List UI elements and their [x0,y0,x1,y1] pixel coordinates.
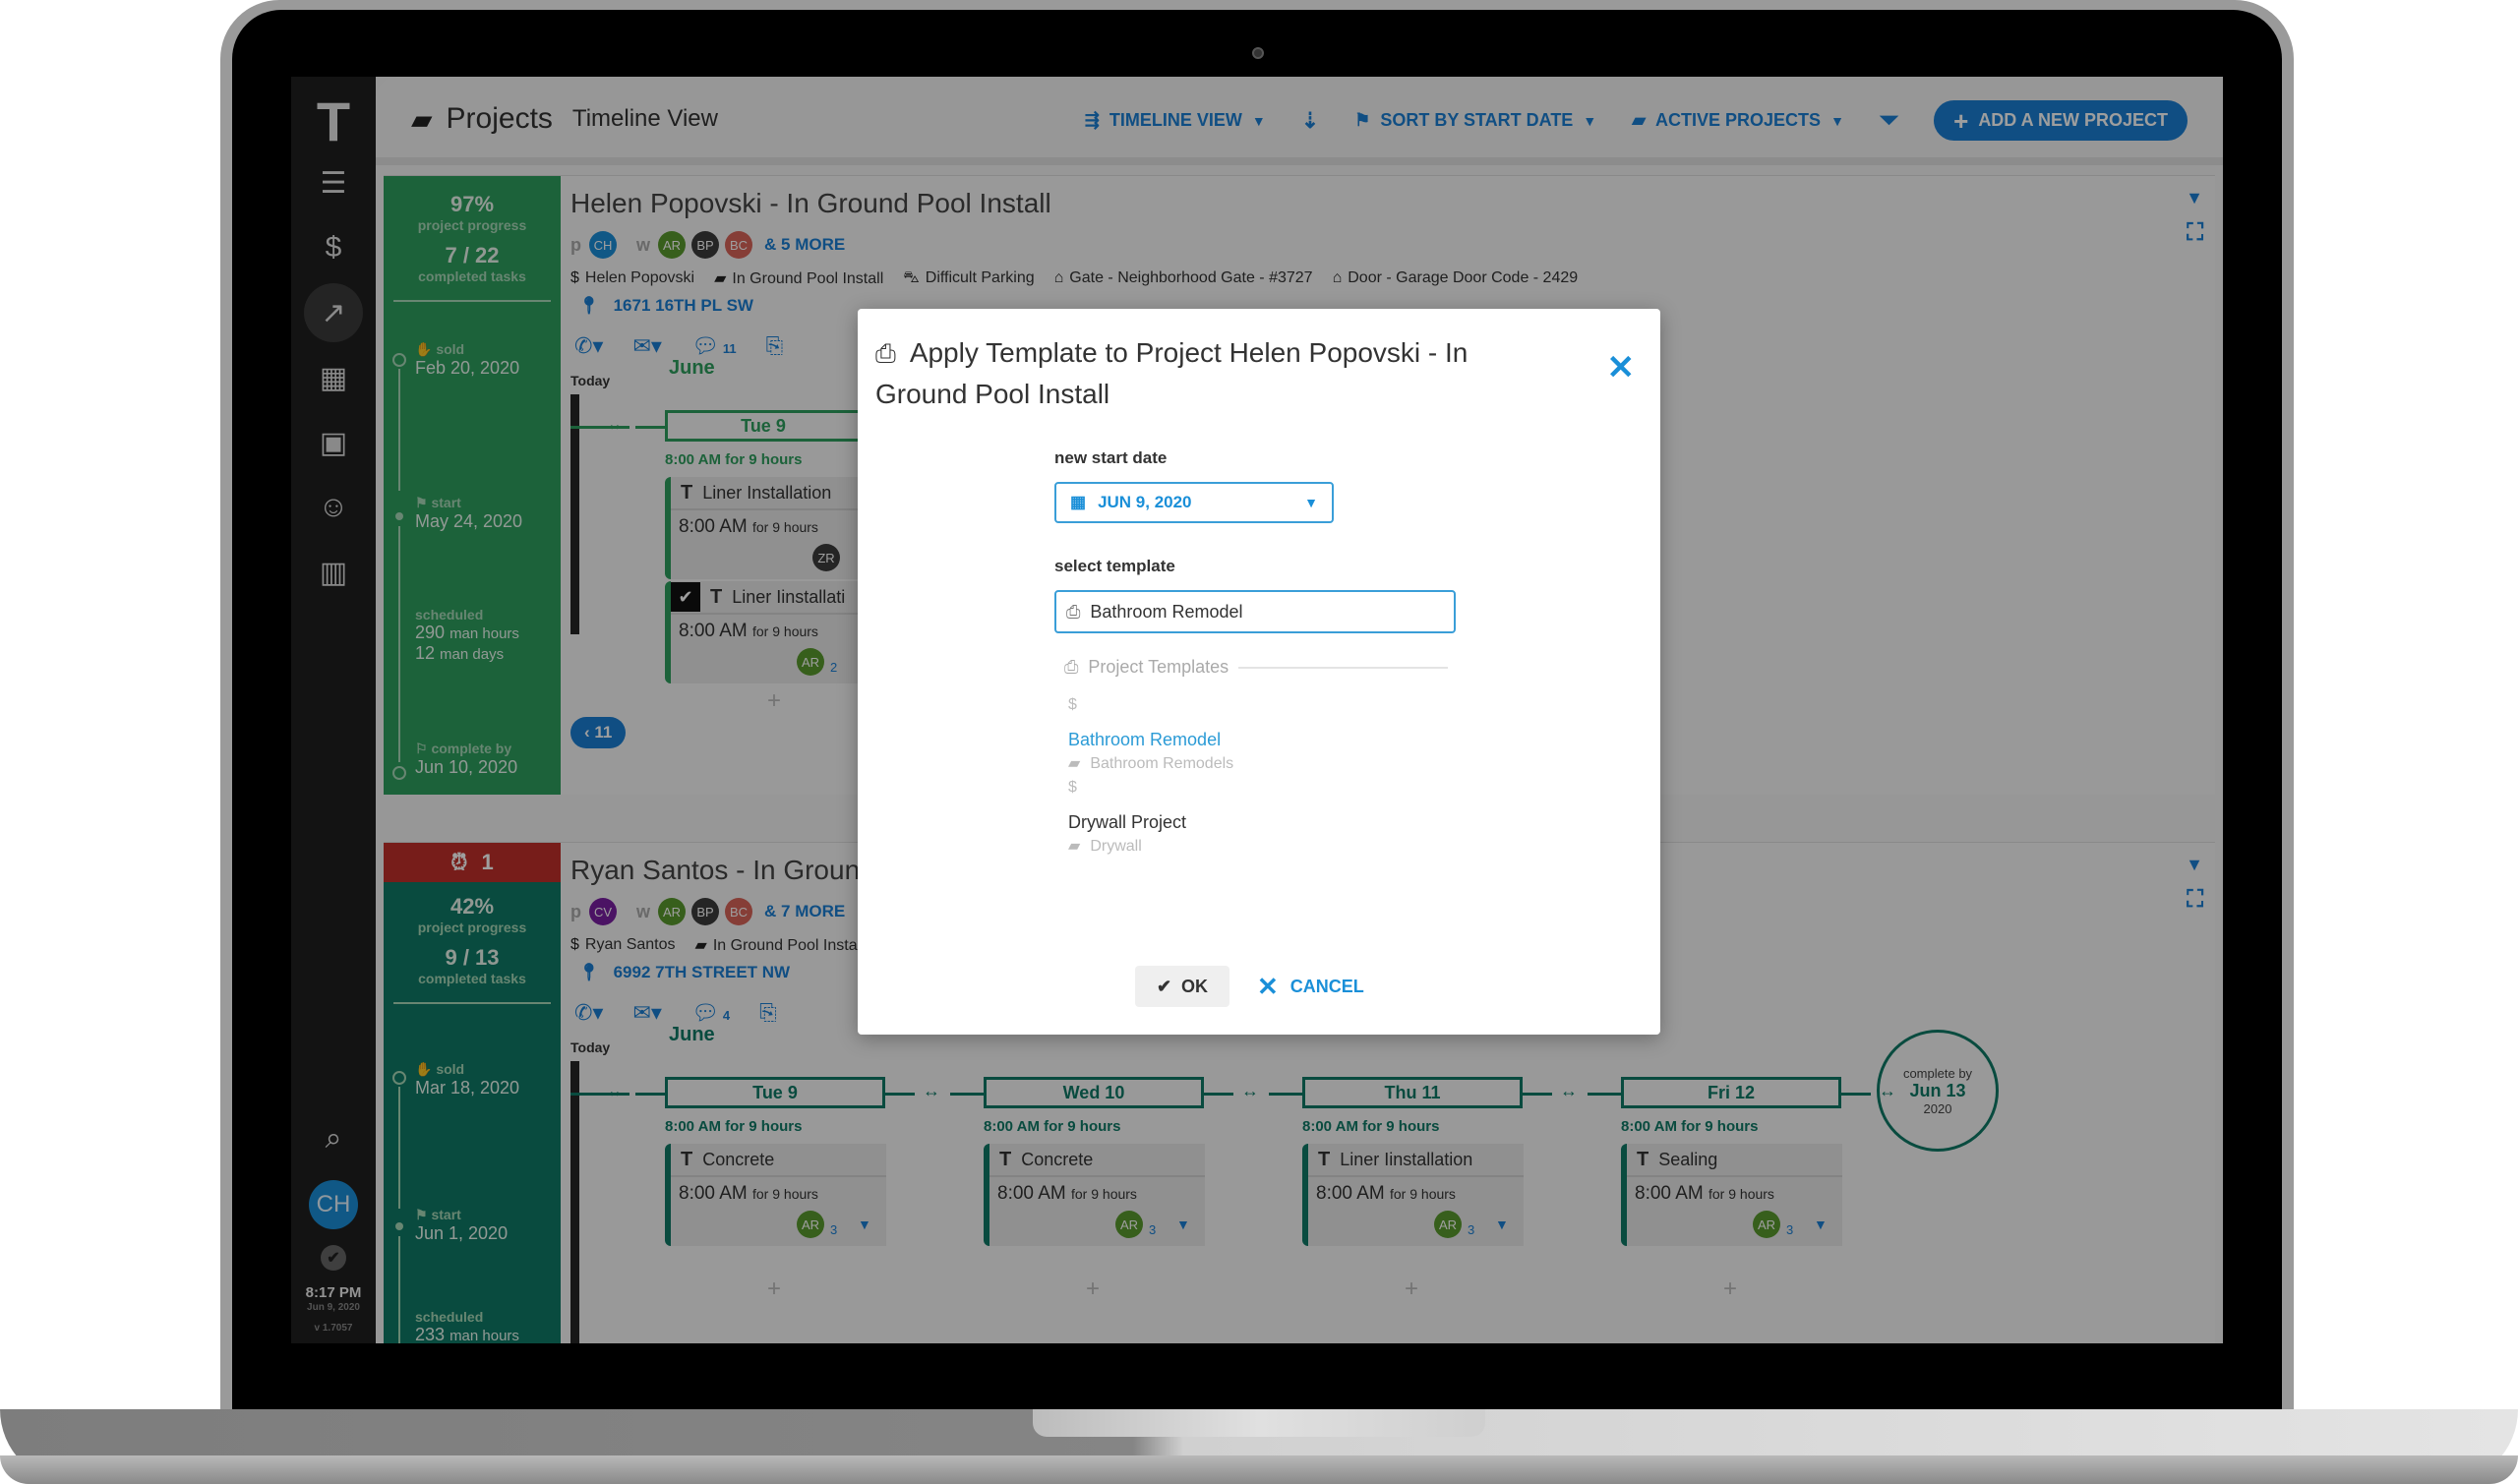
folder-upload-icon: ⎙ [875,338,896,368]
start-date-picker[interactable]: ▦ JUN 9, 2020 ▼ [1054,482,1334,523]
laptop-notch [1033,1409,1485,1437]
start-date-value: JUN 9, 2020 [1098,493,1192,511]
close-icon: ✕ [1257,971,1279,1001]
folder-upload-icon: ⎙ [1066,601,1081,622]
template-label: select template [1054,557,1175,575]
check-icon: ✔ [1156,976,1172,996]
template-list[interactable]: $ Bathroom Remodel ▰ Bathroom Remodels $ … [1068,696,1452,858]
close-button[interactable]: ✕ [1607,348,1636,387]
calendar-icon: ▦ [1070,493,1087,511]
apply-template-dialog: ⎙ Apply Template to Project Helen Popovsk… [858,309,1660,1035]
client-icon: $ [1068,696,1077,713]
cancel-button[interactable]: ✕ CANCEL [1257,966,1364,1007]
template-search-input[interactable]: ⎙ Bathroom Remodel [1054,590,1456,633]
camera-icon [1252,47,1264,59]
client-icon: $ [1068,779,1077,796]
ok-button[interactable]: ✔ OK [1135,966,1229,1007]
caret-down-icon: ▼ [1304,495,1318,510]
template-option[interactable]: $ Bathroom Remodel ▰ Bathroom Remodels [1068,696,1452,779]
folder-upload-icon: ⎙ [1064,657,1079,677]
folder-icon: ▰ [1068,838,1081,855]
dialog-title: ⎙ Apply Template to Project Helen Popovsk… [875,337,1469,409]
template-input-value: Bathroom Remodel [1090,601,1243,622]
divider [1238,666,1448,669]
template-group-header: ⎙ Project Templates [1064,657,1448,678]
folder-icon: ▰ [1068,755,1081,772]
start-date-label: new start date [1054,448,1168,467]
laptop-base-lip [0,1455,2518,1484]
laptop-mockup: T ☰ $ ↗ ▦ ▣ ☺ ▥ ⌕ CH ✔ 8:17 PM Jun 9, 20… [0,0,2518,1484]
app-screen: T ☰ $ ↗ ▦ ▣ ☺ ▥ ⌕ CH ✔ 8:17 PM Jun 9, 20… [291,77,2223,1343]
template-option[interactable]: $ Drywall Project ▰ Drywall [1068,779,1452,858]
